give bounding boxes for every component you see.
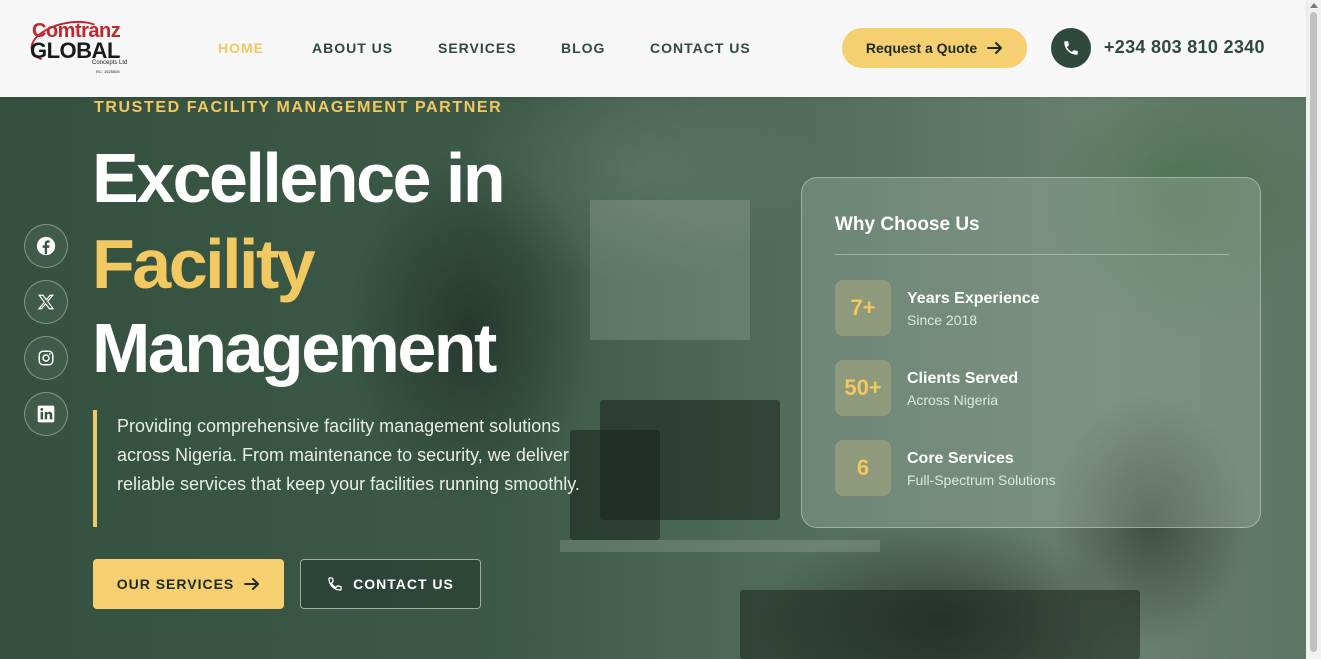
stat-sub: Full-Spectrum Solutions	[907, 472, 1056, 488]
stat-value: 50+	[835, 360, 891, 416]
stat-sub: Since 2018	[907, 312, 978, 328]
our-services-button[interactable]: OUR SERVICES	[93, 559, 284, 609]
our-services-label: OUR SERVICES	[116, 576, 235, 592]
contact-us-button[interactable]: CONTACT US	[300, 559, 481, 609]
phone-icon-button[interactable]	[1051, 28, 1091, 68]
phone-number[interactable]: +234 803 810 2340	[1104, 37, 1265, 58]
phone-icon	[328, 577, 342, 591]
instagram-button[interactable]	[24, 336, 68, 380]
why-choose-us-title: Why Choose Us	[835, 214, 980, 235]
logo-text: Concepts Ltd	[92, 60, 128, 66]
linkedin-button[interactable]	[24, 392, 68, 436]
logo-text: RC: 1525508	[96, 69, 120, 74]
x-icon	[37, 294, 55, 310]
stat-label: Core Services	[907, 450, 1014, 467]
scrollbar-thumb[interactable]	[1310, 12, 1317, 652]
stat-item: 6 Core Services Full-Spectrum Solutions	[835, 440, 1229, 496]
stat-item: 50+ Clients Served Across Nigeria	[835, 360, 1229, 416]
facebook-button[interactable]	[24, 224, 68, 268]
linkedin-icon	[37, 405, 55, 423]
stat-value: 7+	[835, 280, 891, 336]
background-window	[590, 200, 750, 340]
contact-us-label: CONTACT US	[353, 576, 454, 592]
nav-about-us[interactable]: ABOUT US	[312, 40, 393, 58]
background-desk	[560, 540, 880, 552]
stat-label: Years Experience	[907, 290, 1040, 307]
scroll-up-icon[interactable]	[1310, 3, 1318, 8]
facebook-icon	[36, 236, 56, 256]
stat-label: Clients Served	[907, 370, 1019, 387]
card-divider	[835, 254, 1229, 255]
phone-icon	[1064, 41, 1078, 55]
site-header: Comtranz GLOBAL Concepts Ltd RC: 1525508…	[0, 0, 1306, 97]
request-quote-label: Request a Quote	[865, 40, 978, 56]
x-button[interactable]	[24, 280, 68, 324]
why-choose-us-card: Why Choose Us 7+ Years Experience Since …	[801, 177, 1261, 528]
arrow-right-icon	[987, 42, 1003, 54]
description-accent-bar	[93, 410, 97, 527]
page-scrollbar[interactable]	[1306, 0, 1321, 659]
hero-eyebrow: TRUSTED FACILITY MANAGEMENT PARTNER	[94, 99, 503, 116]
company-logo[interactable]: Comtranz GLOBAL Concepts Ltd RC: 1525508	[26, 14, 128, 76]
nav-contact-us[interactable]: CONTACT US	[650, 40, 751, 58]
nav-services[interactable]: SERVICES	[438, 40, 517, 58]
hero-headline-line3: Management	[92, 309, 497, 387]
hero-headline-line1: Excellence in	[92, 139, 506, 217]
request-quote-button[interactable]: Request a Quote	[842, 28, 1027, 68]
hero-description: Providing comprehensive facility managem…	[117, 416, 580, 494]
nav-home[interactable]: HOME	[218, 40, 264, 58]
instagram-icon	[38, 350, 54, 366]
stat-item: 7+ Years Experience Since 2018	[835, 280, 1229, 336]
hero-headline-line2: Facility	[92, 225, 316, 303]
stat-sub: Across Nigeria	[907, 392, 999, 408]
arrow-right-icon	[244, 578, 260, 590]
stat-value: 6	[835, 440, 891, 496]
nav-blog[interactable]: BLOG	[561, 40, 605, 58]
background-monitor	[740, 590, 1140, 659]
